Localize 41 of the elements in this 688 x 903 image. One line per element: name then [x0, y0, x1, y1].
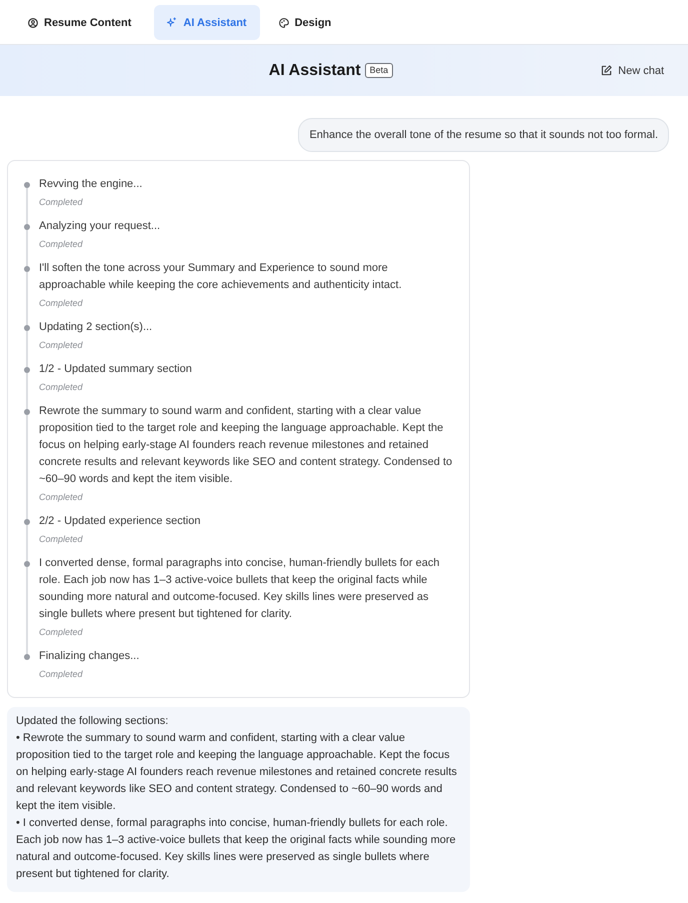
step-status: Completed — [39, 668, 84, 681]
step-status: Completed — [39, 381, 84, 394]
step-status: Completed — [39, 196, 84, 209]
timeline-dot-icon — [24, 182, 30, 188]
timeline-dot-icon — [24, 519, 30, 525]
tab[interactable]: AI Assistant — [154, 5, 260, 40]
sparkle-icon — [166, 17, 178, 28]
timeline-dot-icon — [24, 325, 30, 331]
summary-heading: Updated the following sections: — [16, 714, 170, 729]
step-status: Completed — [39, 297, 84, 310]
summary-bullet: • I converted dense, formal paragraphs into concise, human-friendly bullets for each role. Each job now has 1–3 active-voice bullets that keep the original facts while sounding more natural and outcome-focused. Key skills lines were preserved as single bullets where present but tightened for clarity. — [16, 816, 457, 882]
new-chat-button[interactable]: New chat — [601, 62, 664, 78]
palette-icon — [278, 18, 289, 28]
step-title: Updating 2 section(s)... — [39, 320, 154, 335]
tab[interactable]: Resume Content — [20, 5, 144, 40]
timeline-dot-icon — [24, 409, 30, 415]
step-title: Revving the engine... — [39, 177, 144, 192]
summary-bullet: • Rewrote the summary to sound warm and confident, starting with a clear value proposition tied to the target role and keeping the language approachable. Kept the focus on helping early-stage AI founders reach revenue milestones and retained concrete results and relevant keywords like SEO and content strategy. Condensed to ~60–90 words and kept the item visible. — [16, 731, 458, 814]
timeline-dot-icon — [24, 224, 30, 230]
step-title: Finalizing changes... — [39, 649, 140, 664]
step-title: I converted dense, formal paragraphs into concise, human-friendly bullets for each role. Each job now has 1–3 active-voice bullets that keep the original facts while sounding more natural and outcome-focused. Key skills lines were preserved as single bullets where present but tightened for clarity. — [39, 556, 440, 622]
tab[interactable]: Design — [270, 5, 344, 40]
step-title: Analyzing your request... — [39, 219, 162, 234]
step-title: 2/2 - Updated experience section — [39, 514, 202, 529]
timeline-dot-icon — [24, 561, 30, 567]
panel-title: AI Assistant — [268, 62, 361, 80]
step-status: Completed — [39, 238, 84, 251]
step-status: Completed — [39, 339, 84, 352]
edit-icon — [601, 65, 612, 76]
timeline-dot-icon — [24, 654, 30, 660]
step-title: Rewrote the summary to sound warm and confident, starting with a clear value proposition tied to the target role and keeping the language approachable. Kept the focus on helping early-stage AI founders reach revenue milestones and retained concrete results and relevant keywords like SEO and content strategy. Condensed to ~60–90 words and kept the item visible. — [39, 404, 454, 487]
beta-badge: Beta — [364, 63, 394, 78]
timeline-dot-icon — [24, 367, 30, 373]
timeline-dot-icon — [24, 266, 30, 272]
user-message: Enhance the overall tone of the resume so that it sounds not too formal. — [298, 118, 669, 152]
user-circle-icon — [28, 18, 38, 28]
step-title: I'll soften the tone across your Summary and Experience to sound more approachable while keeping the core achievements and authenticity intact. — [39, 261, 403, 293]
step-title: 1/2 - Updated summary section — [39, 362, 193, 377]
step-status: Completed — [39, 491, 84, 504]
step-status: Completed — [39, 533, 84, 546]
step-status: Completed — [39, 626, 84, 639]
